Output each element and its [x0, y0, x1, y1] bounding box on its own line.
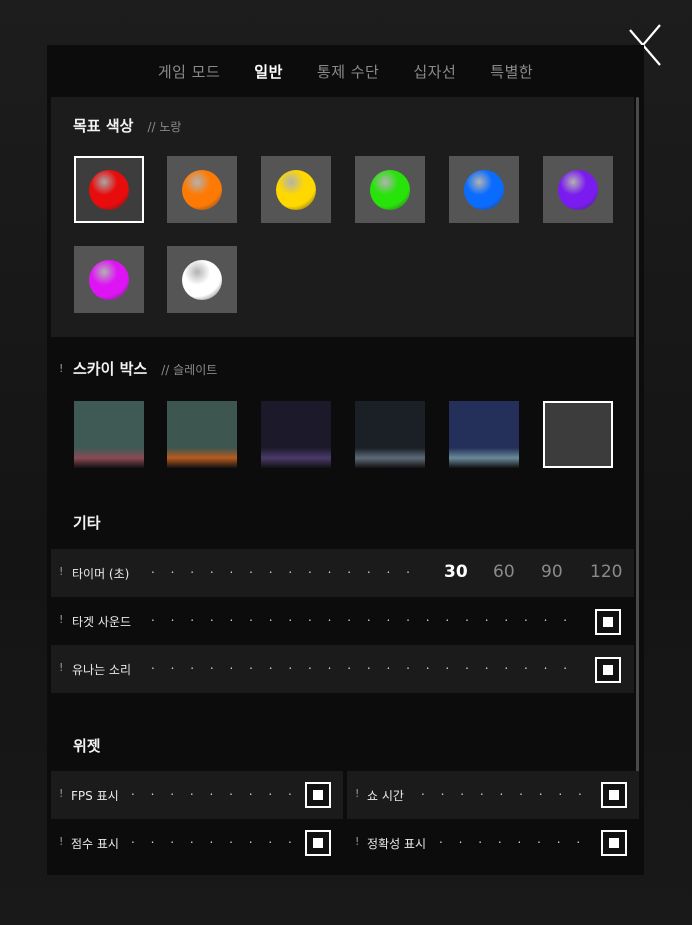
skybox-heading: 스카이 박스 // 슬레이트	[73, 358, 217, 379]
timer-option-60[interactable]: 60	[493, 562, 515, 582]
tab-bar: 게임 모드 일반 통제 수단 십자선 특별한	[47, 45, 644, 97]
warning-icon: !	[59, 362, 64, 375]
color-swatch-white[interactable]	[167, 246, 237, 313]
warning-icon: !	[59, 787, 64, 800]
leader-dots: . . . . . . . . . . . .	[131, 784, 291, 798]
tab-general[interactable]: 일반	[237, 61, 300, 82]
show-time-label: 쇼 시간	[367, 789, 404, 803]
warning-icon: !	[59, 565, 64, 578]
swatch-ball	[182, 259, 222, 300]
target-color-heading: 목표 색상 // 노랑	[73, 115, 181, 136]
fps-checkbox[interactable]	[305, 782, 331, 808]
skybox-title: 스카이 박스	[73, 360, 148, 378]
ring-sound-label: 유나는 소리	[72, 663, 132, 677]
swatch-ball	[464, 169, 504, 210]
warning-icon: !	[59, 835, 64, 848]
score-checkbox[interactable]	[305, 830, 331, 856]
target-color-current: // 노랑	[147, 120, 182, 134]
ring-sound-row: ! 유나는 소리 . . . . . . . . . . . . . . . .…	[51, 645, 634, 693]
widget-accuracy: ! 정확성 표시 . . . . . . . . . .	[347, 819, 639, 867]
show-time-checkbox[interactable]	[601, 782, 627, 808]
accuracy-label: 정확성 표시	[367, 837, 427, 851]
warning-icon: !	[59, 661, 64, 674]
color-swatch-magenta[interactable]	[74, 246, 144, 313]
color-swatch-yellow[interactable]	[261, 156, 331, 223]
skybox-option-violet-night[interactable]	[261, 401, 331, 468]
target-sound-row: ! 타겟 사운드 . . . . . . . . . . . . . . . .…	[51, 597, 634, 645]
leader-dots: . . . . . . . . . .	[439, 832, 591, 846]
color-swatch-green[interactable]	[355, 156, 425, 223]
tab-special[interactable]: 특별한	[473, 61, 550, 82]
warning-icon: !	[59, 613, 64, 626]
color-swatch-blue[interactable]	[449, 156, 519, 223]
timer-option-90[interactable]: 90	[541, 562, 563, 582]
warning-icon: !	[355, 787, 360, 800]
target-sound-checkbox[interactable]	[595, 609, 621, 635]
tab-crosshair[interactable]: 십자선	[396, 61, 473, 82]
ring-sound-checkbox[interactable]	[595, 657, 621, 683]
color-swatch-red[interactable]	[74, 156, 144, 223]
widgets-title: 위젯	[73, 737, 101, 755]
color-swatch-orange[interactable]	[167, 156, 237, 223]
color-swatch-purple[interactable]	[543, 156, 613, 223]
widget-fps: ! FPS 표시 . . . . . . . . . . . .	[51, 771, 343, 819]
tab-controls[interactable]: 통제 수단	[300, 61, 396, 82]
skybox-current: // 슬레이트	[161, 363, 218, 377]
scrollbar[interactable]	[636, 97, 639, 787]
swatch-ball	[276, 169, 316, 210]
swatch-ball	[370, 169, 410, 210]
score-label: 점수 표시	[71, 837, 119, 851]
leader-dots: . . . . . . . . . . . . . . . . . . .	[151, 562, 411, 576]
skybox-option-blue-night[interactable]	[449, 401, 519, 468]
swatch-ball	[558, 169, 598, 210]
timer-option-120[interactable]: 120	[590, 562, 622, 582]
leader-dots: . . . . . . . . . . . . . . . . . . . . …	[151, 658, 583, 672]
accuracy-checkbox[interactable]	[601, 830, 627, 856]
leader-dots: . . . . . . . . . . . .	[131, 832, 291, 846]
misc-title: 기타	[73, 514, 101, 532]
skybox-option-slate-dark[interactable]	[355, 401, 425, 468]
skybox-option-teal-sunset[interactable]	[167, 401, 237, 468]
target-sound-label: 타겟 사운드	[72, 615, 132, 629]
swatch-ball	[89, 259, 129, 300]
fps-label: FPS 표시	[71, 789, 119, 803]
timer-row: ! 타이머 (초) . . . . . . . . . . . . . . . …	[51, 549, 634, 597]
tab-game-mode[interactable]: 게임 모드	[141, 61, 237, 82]
skybox-option-teal-dusk[interactable]	[74, 401, 144, 468]
timer-option-30[interactable]: 30	[444, 562, 468, 582]
swatch-ball	[182, 169, 222, 210]
widget-score: ! 점수 표시 . . . . . . . . . . . .	[51, 819, 343, 867]
warning-icon: !	[355, 835, 360, 848]
widget-show-time: ! 쇼 시간 . . . . . . . . . . . .	[347, 771, 639, 819]
settings-panel: 게임 모드 일반 통제 수단 십자선 특별한 목표 색상 // 노랑 ! 스카이 …	[47, 45, 644, 875]
leader-dots: . . . . . . . . . . . .	[421, 784, 591, 798]
swatch-ball	[89, 169, 129, 210]
target-color-title: 목표 색상	[73, 117, 134, 135]
leader-dots: . . . . . . . . . . . . . . . . . . . . …	[151, 610, 583, 624]
skybox-option-slate[interactable]	[543, 401, 613, 468]
timer-label: 타이머 (초)	[72, 567, 130, 581]
